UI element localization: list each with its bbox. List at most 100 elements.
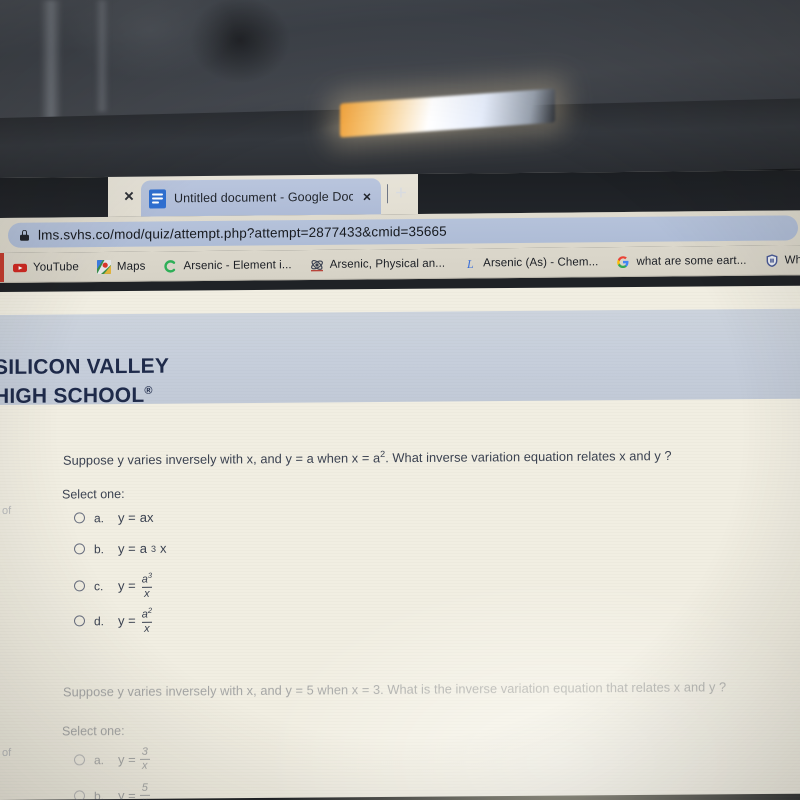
option-expression: y = a3x (118, 541, 166, 556)
tab-title: Untitled document - Google Doc (174, 189, 353, 206)
bookmark-label: Maps (116, 260, 146, 273)
tab-divider (387, 184, 388, 204)
inactive-tab-close-icon[interactable]: × (119, 187, 139, 207)
option-letter: d. (94, 614, 105, 629)
question-2-select-one-label: Select one: (62, 724, 125, 739)
option-exponent: 3 (150, 543, 156, 554)
option-lhs: y = (118, 751, 136, 768)
option-base: a (139, 540, 147, 556)
bookmark-arsenic-as-chem[interactable]: L Arsenic (As) - Chem... (454, 255, 607, 271)
script-l-icon: L (463, 256, 477, 271)
option-expression: y = 5 x (118, 781, 150, 800)
browser-chrome: × Untitled document - Google Doc × + lms… (0, 170, 800, 293)
bookmark-label: YouTube (33, 261, 79, 274)
site-logo-line-2-text: HIGH SCHOOL (0, 383, 145, 409)
google-g-icon (616, 255, 630, 269)
bookmark-arsenic-element[interactable]: Arsenic - Element i... (154, 258, 300, 273)
tab-strip-left-shadow (0, 176, 108, 218)
registered-trademark-icon: ® (144, 384, 153, 397)
option-lhs: y = (118, 578, 136, 594)
fraction: 3 x (140, 745, 150, 772)
close-icon[interactable]: × (361, 188, 373, 204)
radio-button[interactable] (74, 580, 85, 592)
numerator-exponent: 3 (147, 570, 153, 580)
new-tab-button[interactable]: + (390, 182, 412, 204)
option-letter: b. (94, 788, 105, 800)
url-text: lms.svhs.co/mod/quiz/attempt.php?attempt… (38, 223, 447, 243)
bookmark-google-search[interactable]: what are some eart... (607, 254, 755, 269)
bookmark-label: Where Arsenic (784, 254, 800, 267)
question-1-text-after: . What inverse variation equation relate… (385, 447, 672, 466)
youtube-icon (13, 261, 27, 275)
option-expression: y = 3 x (118, 745, 150, 772)
question-1-option-d[interactable]: d. y = a2 x (74, 605, 154, 635)
bookmark-maps[interactable]: Maps (88, 259, 155, 275)
option-letter: b. (94, 541, 105, 556)
radio-button[interactable] (74, 754, 85, 766)
side-marker-of-1: of (2, 504, 12, 517)
fraction: 5 x (140, 781, 150, 800)
question-1-option-b[interactable]: b. y = a3x (74, 541, 166, 557)
option-letter: a. (94, 510, 105, 525)
question-1-text-before: Suppose y varies inversely with x, and y… (63, 450, 381, 468)
radio-button[interactable] (74, 543, 85, 555)
site-logo-line-2: HIGH SCHOOL® (0, 379, 169, 409)
question-1-option-c[interactable]: c. y = a3 x (74, 570, 154, 600)
tab-strip-right-shadow (418, 170, 800, 214)
question-1-select-one-label: Select one: (62, 487, 125, 502)
option-rhs: ax (139, 509, 154, 525)
bookmark-label: Arsenic (As) - Chem... (483, 256, 599, 270)
option-lhs: y = (118, 540, 136, 557)
side-marker-of-2: of (2, 746, 12, 759)
shield-icon (765, 254, 779, 268)
numerator-exponent: 2 (147, 605, 153, 615)
site-logo-line-1: SILICON VALLEY (0, 354, 170, 380)
question-2-option-b[interactable]: b. y = 5 x (74, 781, 150, 800)
option-tail: x (159, 540, 167, 556)
bookmark-youtube[interactable]: YouTube (4, 260, 88, 275)
option-lhs: y = (118, 613, 136, 629)
question-2-option-a[interactable]: a. y = 3 x (74, 745, 150, 773)
fraction-numerator: 5 (141, 781, 148, 794)
option-letter: c. (94, 579, 104, 594)
radio-button[interactable] (74, 512, 85, 524)
bookmark-arsenic-physical[interactable]: Arsenic, Physical an... (301, 257, 454, 272)
fraction-denominator: x (142, 586, 152, 600)
bookmark-strip-edge (0, 252, 4, 283)
bookmark-where-arsenic[interactable]: Where Arsenic (756, 253, 800, 268)
room-light-strip (40, 0, 62, 120)
fraction-numerator: a3 (140, 570, 154, 587)
address-bar[interactable]: lms.svhs.co/mod/quiz/attempt.php?attempt… (8, 215, 798, 248)
site-logo[interactable]: SILICON VALLEY HIGH SCHOOL® (0, 354, 169, 409)
option-expression: y = a3 x (118, 570, 154, 600)
padlock-icon (20, 230, 29, 241)
google-docs-icon (149, 188, 166, 209)
bookmark-label: Arsenic, Physical an... (329, 257, 446, 271)
fraction-denominator: x (140, 794, 150, 800)
option-lhs: y = (118, 787, 136, 800)
chemistry-c-icon (163, 259, 177, 273)
web-page: SILICON VALLEY HIGH SCHOOL® of of Suppos… (0, 285, 800, 800)
question-1-option-a[interactable]: a. y = ax (74, 510, 153, 526)
bookmark-label: what are some eart... (636, 254, 747, 268)
site-header-band: SILICON VALLEY HIGH SCHOOL® (0, 308, 800, 408)
fraction: a3 x (140, 570, 154, 600)
option-expression: y = a2 x (118, 605, 154, 635)
fraction: a2 x (140, 605, 154, 635)
screenshot-photo-of-monitor: × Untitled document - Google Doc × + lms… (0, 0, 800, 800)
atom-icon (310, 258, 324, 272)
google-maps-icon (96, 259, 111, 275)
fraction-numerator: a2 (140, 605, 154, 622)
fraction-numerator: 3 (141, 745, 148, 758)
radio-button[interactable] (74, 615, 85, 627)
fraction-denominator: x (140, 758, 150, 772)
fraction-denominator: x (142, 621, 152, 635)
radio-button[interactable] (74, 790, 85, 800)
option-lhs: y = (118, 509, 136, 526)
option-letter: a. (94, 752, 105, 767)
room-light-strip-2 (95, 0, 109, 112)
option-expression: y = ax (118, 510, 153, 525)
svg-text:L: L (466, 257, 474, 271)
tab-untitled-document[interactable]: Untitled document - Google Doc × (141, 178, 381, 217)
bookmark-label: Arsenic - Element i... (183, 259, 292, 273)
